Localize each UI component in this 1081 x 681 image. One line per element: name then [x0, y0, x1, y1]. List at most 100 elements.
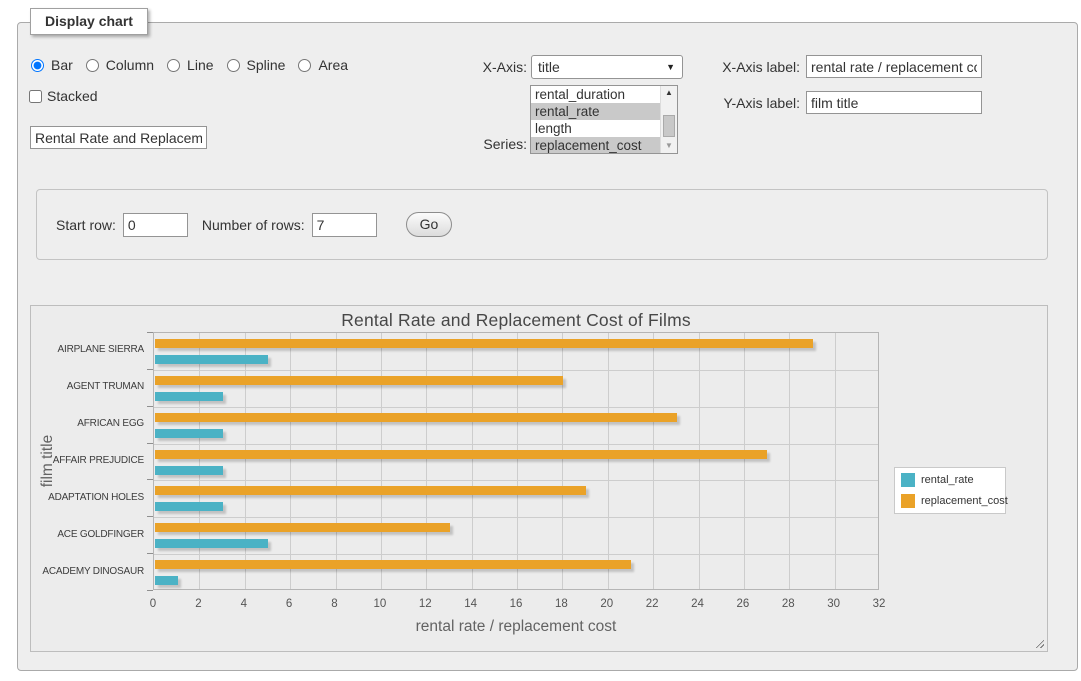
start-row-input[interactable] [123, 213, 188, 237]
series-option-replacement_cost[interactable]: replacement_cost [531, 137, 660, 153]
bar-rental_rate [155, 576, 178, 585]
y-axis-label-text: Y-Axis label: [710, 95, 800, 111]
x-tick-label: 12 [405, 598, 445, 610]
go-button[interactable]: Go [406, 212, 453, 237]
chart-container: Rental Rate and Replacement Cost of Film… [30, 305, 1048, 652]
x-axis-selected-value: title [538, 59, 560, 75]
bar-replacement_cost [155, 376, 563, 385]
x-tick-label: 10 [360, 598, 400, 610]
x-tick-label: 24 [678, 598, 718, 610]
legend-item: replacement_cost [901, 494, 999, 508]
num-rows-label: Number of rows: [202, 217, 305, 233]
grid-line-vertical [199, 333, 200, 589]
chart-type-radio-bar[interactable] [31, 59, 44, 72]
x-tick-label: 22 [632, 598, 672, 610]
scrollbar-thumb[interactable] [663, 115, 675, 137]
bar-rental_rate [155, 355, 268, 364]
y-tick-label: ACADEMY DINOSAUR [31, 566, 144, 577]
stacked-row: Stacked [29, 88, 98, 104]
y-tick-label: ACE GOLDFINGER [31, 529, 144, 540]
rows-form: Start row: Number of rows: Go [36, 189, 1048, 260]
grid-line-vertical [336, 333, 337, 589]
bar-replacement_cost [155, 450, 767, 459]
chart-type-radio-area[interactable] [298, 59, 311, 72]
x-axis-label-input[interactable] [806, 55, 982, 78]
num-rows-input[interactable] [312, 213, 377, 237]
panel-title: Display chart [30, 8, 148, 35]
x-tick-label: 30 [814, 598, 854, 610]
x-tick-label: 20 [587, 598, 627, 610]
y-axis-label-input[interactable] [806, 91, 982, 114]
y-tick-mark [147, 590, 153, 591]
x-tick-label: 26 [723, 598, 763, 610]
legend-label: replacement_cost [921, 495, 1008, 507]
x-tick-label: 32 [859, 598, 899, 610]
grid-line-vertical [426, 333, 427, 589]
series-option-rental_rate[interactable]: rental_rate [531, 103, 660, 120]
grid-line-vertical [290, 333, 291, 589]
grid-line-vertical [608, 333, 609, 589]
x-axis-select[interactable]: title ▼ [531, 55, 683, 79]
y-tick-label: AIRPLANE SIERRA [31, 344, 144, 355]
x-tick-label: 4 [224, 598, 264, 610]
x-tick-label: 0 [133, 598, 173, 610]
grid-line-vertical [699, 333, 700, 589]
bar-replacement_cost [155, 486, 586, 495]
bar-replacement_cost [155, 339, 813, 348]
bar-rental_rate [155, 392, 223, 401]
x-tick-label: 16 [496, 598, 536, 610]
y-tick-mark [147, 516, 153, 517]
y-tick-label: AFRICAN EGG [31, 418, 144, 429]
chevron-down-icon: ▼ [666, 62, 675, 72]
y-tick-label: AFFAIR PREJUDICE [31, 455, 144, 466]
scroll-up-icon[interactable]: ▲ [661, 86, 677, 100]
grid-line-vertical [562, 333, 563, 589]
y-tick-mark [147, 369, 153, 370]
bar-rental_rate [155, 466, 223, 475]
stacked-label: Stacked [47, 88, 98, 104]
series-multiselect[interactable]: rental_durationrental_ratelengthreplacem… [530, 85, 678, 154]
chart-type-radio-spline[interactable] [227, 59, 240, 72]
x-axis-label-text: X-Axis label: [710, 59, 800, 75]
y-tick-mark [147, 443, 153, 444]
chart-type-label-bar: Bar [51, 57, 73, 73]
legend-label: rental_rate [921, 474, 974, 486]
series-options: rental_durationrental_ratelengthreplacem… [531, 86, 660, 153]
series-option-length[interactable]: length [531, 120, 660, 137]
legend-swatch-replacement_cost [901, 494, 915, 508]
series-scrollbar[interactable]: ▲ ▼ [660, 86, 677, 153]
chart-type-label-column: Column [106, 57, 154, 73]
chart-type-radio-group: BarColumnLineSplineArea [31, 57, 357, 73]
grid-line-vertical [653, 333, 654, 589]
x-tick-label: 14 [451, 598, 491, 610]
legend-swatch-rental_rate [901, 473, 915, 487]
start-row-label: Start row: [56, 217, 116, 233]
chart-title-input[interactable] [30, 126, 207, 149]
scroll-down-icon[interactable]: ▼ [661, 139, 677, 153]
x-tick-label: 28 [768, 598, 808, 610]
grid-line-horizontal [154, 480, 878, 481]
grid-line-vertical [789, 333, 790, 589]
chart-type-radio-column[interactable] [86, 59, 99, 72]
resize-grip-icon[interactable] [1034, 638, 1044, 648]
grid-line-vertical [744, 333, 745, 589]
x-tick-label: 8 [315, 598, 355, 610]
x-axis-select-label: X-Axis: [460, 59, 527, 75]
grid-line-vertical [835, 333, 836, 589]
grid-line-horizontal [154, 517, 878, 518]
stacked-checkbox[interactable] [29, 90, 42, 103]
grid-line-vertical [245, 333, 246, 589]
chart-x-axis-title: rental rate / replacement cost [153, 618, 879, 636]
chart-type-label-line: Line [187, 57, 213, 73]
grid-line-horizontal [154, 407, 878, 408]
chart-type-radio-line[interactable] [167, 59, 180, 72]
series-option-rental_duration[interactable]: rental_duration [531, 86, 660, 103]
bar-replacement_cost [155, 523, 450, 532]
series-select-label: Series: [460, 136, 527, 152]
grid-line-vertical [472, 333, 473, 589]
y-tick-mark [147, 553, 153, 554]
bar-rental_rate [155, 429, 223, 438]
chart-type-label-spline: Spline [247, 57, 286, 73]
y-tick-mark [147, 406, 153, 407]
x-tick-label: 18 [541, 598, 581, 610]
